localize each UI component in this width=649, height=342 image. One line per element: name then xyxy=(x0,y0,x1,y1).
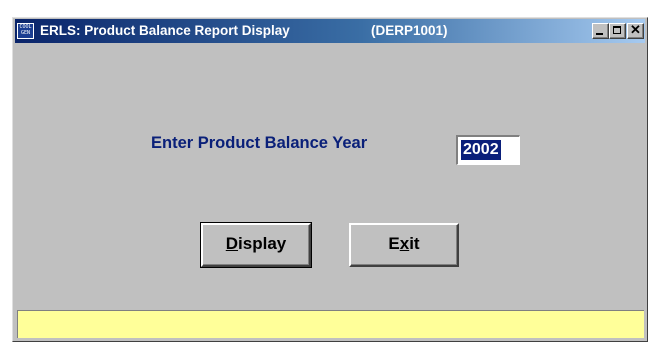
close-icon: ✕ xyxy=(630,22,641,37)
title-bar[interactable]: COOL GEN ERLS: Product Balance Report Di… xyxy=(15,19,645,43)
display-button[interactable]: Display xyxy=(200,222,312,268)
cool-gen-app-icon[interactable]: COOL GEN xyxy=(17,23,34,39)
exit-mnemonic: x xyxy=(399,234,410,253)
maximize-button[interactable] xyxy=(609,23,626,39)
status-bar xyxy=(17,310,644,338)
year-input[interactable]: 2002 xyxy=(456,135,520,165)
display-mnemonic: D xyxy=(225,234,239,253)
year-value[interactable]: 2002 xyxy=(461,140,501,160)
exit-label-pre: E xyxy=(388,234,400,253)
year-label: Enter Product Balance Year xyxy=(151,134,368,152)
report-window: COOL GEN ERLS: Product Balance Report Di… xyxy=(12,17,648,342)
window-title: ERLS: Product Balance Report Display xyxy=(40,23,290,38)
minimize-button[interactable] xyxy=(592,23,609,39)
exit-label-post: it xyxy=(409,234,420,253)
maximize-icon xyxy=(613,26,621,34)
exit-button[interactable]: Exit xyxy=(349,223,459,267)
minimize-icon xyxy=(596,33,603,35)
window-code: (DERP1001) xyxy=(371,23,448,38)
app-icon-label: COOL GEN xyxy=(19,24,32,36)
close-button[interactable]: ✕ xyxy=(627,23,644,39)
display-label-post: isplay xyxy=(238,234,287,253)
